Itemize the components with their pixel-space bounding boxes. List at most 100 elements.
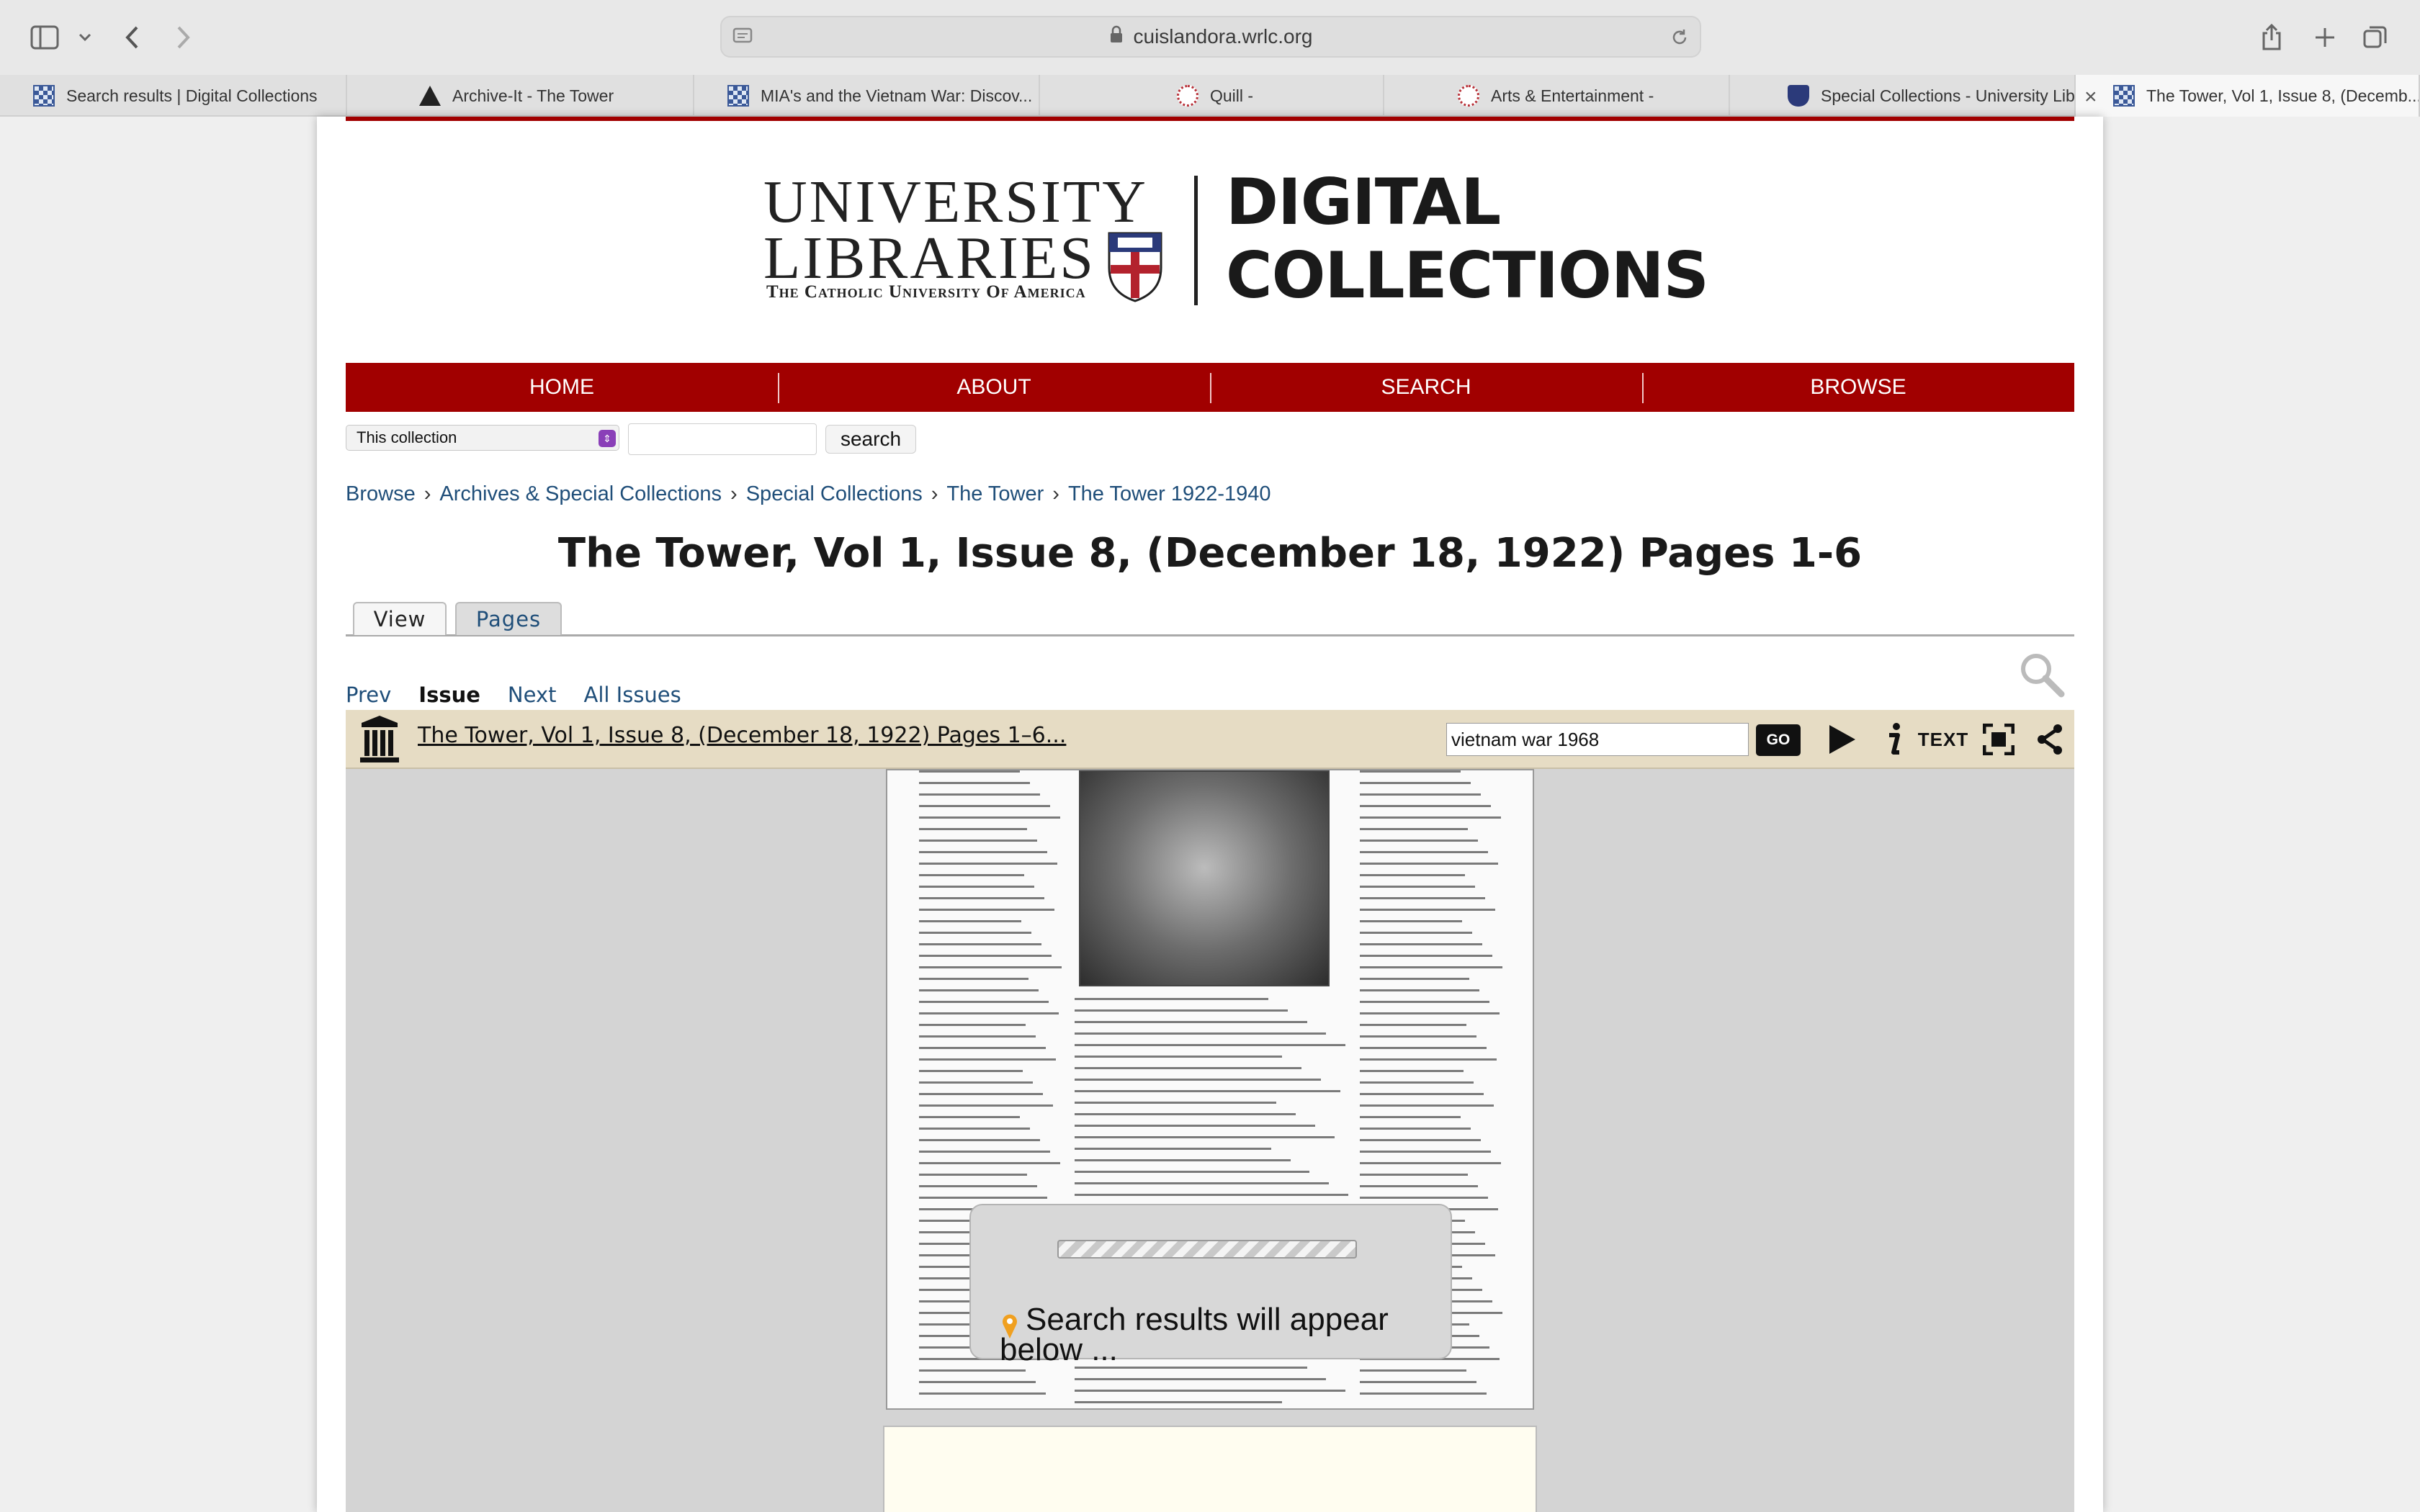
address-bar[interactable]: cuislandora.wrlc.org — [720, 16, 1701, 58]
breadcrumb-special-collections[interactable]: Special Collections — [746, 482, 923, 506]
bookreader-viewer[interactable]: Search results will appear below ... — [346, 769, 2074, 1512]
scan-text-line — [919, 840, 1037, 842]
scan-text-line — [919, 816, 1060, 819]
back-icon[interactable] — [114, 19, 151, 56]
scan-text-line — [1360, 793, 1481, 796]
magnifier-icon[interactable] — [2017, 649, 2067, 700]
shield-favicon-icon — [1788, 85, 1809, 107]
scan-photo — [1079, 770, 1330, 986]
scan-text-line — [1075, 1067, 1301, 1069]
chevron-down-icon[interactable] — [66, 19, 104, 56]
tab-archive-it[interactable]: Archive-It - The Tower — [347, 75, 694, 117]
scan-text-line — [919, 1174, 1027, 1176]
scan-text-line — [919, 1081, 1033, 1084]
prev-link[interactable]: Prev — [346, 683, 391, 707]
scan-text-line — [919, 955, 1052, 957]
nav-search[interactable]: SEARCH — [1210, 363, 1642, 412]
close-tab-icon[interactable]: × — [2084, 85, 2097, 109]
tab-overview-icon[interactable] — [2357, 19, 2394, 56]
play-icon[interactable] — [1824, 720, 1860, 759]
nav-home[interactable]: HOME — [346, 363, 778, 412]
fullscreen-icon[interactable] — [1981, 720, 2017, 759]
scan-text-line — [1075, 1148, 1271, 1150]
tab-search-results[interactable]: Search results | Digital Collections — [0, 75, 347, 117]
scan-text-line — [1360, 851, 1488, 853]
text-view-button[interactable]: TEXT — [1917, 720, 1969, 759]
scan-text-line — [1360, 1116, 1461, 1118]
url-text: cuislandora.wrlc.org — [1133, 25, 1313, 48]
tab-quill[interactable]: Quill - — [1040, 75, 1384, 117]
search-scope-select[interactable]: This collection ⇕ — [346, 425, 619, 451]
scan-text-line — [1360, 1151, 1491, 1153]
scan-text-line — [1075, 1136, 1335, 1138]
tab-label: Arts & Entertainment - — [1491, 86, 1654, 105]
info-icon[interactable] — [1880, 720, 1909, 759]
bookreader-search-input[interactable]: vietnam war 1968 — [1446, 723, 1749, 756]
bookreader-go-button[interactable]: GO — [1756, 724, 1801, 756]
digital-collections-logo[interactable]: DIGITAL COLLECTIONS — [1226, 166, 1709, 312]
bookreader-title-link[interactable]: The Tower, Vol 1, Issue 8, (December 18,… — [418, 723, 1066, 748]
scan-text-line — [919, 1070, 1023, 1072]
scan-text-line — [1075, 1378, 1327, 1380]
scan-text-line — [1075, 1125, 1316, 1127]
scan-text-line — [919, 1116, 1020, 1118]
scan-text-line — [919, 782, 1030, 784]
search-input[interactable] — [628, 423, 817, 455]
tab-arts-entertainment[interactable]: Arts & Entertainment - — [1384, 75, 1730, 117]
scan-text-line — [1075, 1171, 1310, 1173]
logo-divider — [1194, 176, 1198, 305]
scan-text-line — [1360, 816, 1501, 819]
tab-pages[interactable]: Pages — [455, 602, 562, 635]
scan-text-line — [919, 897, 1044, 899]
scan-text-line — [1360, 932, 1472, 934]
scan-text-line — [1360, 1197, 1488, 1199]
reload-icon[interactable] — [1670, 27, 1690, 51]
scan-text-line — [1360, 805, 1491, 807]
tab-mias-vietnam[interactable]: MIA's and the Vietnam War: Discov... — [694, 75, 1040, 117]
scan-text-line — [1075, 1390, 1346, 1392]
breadcrumb-tower-1922-1940[interactable]: The Tower 1922-1940 — [1068, 482, 1271, 506]
browser-toolbar: cuislandora.wrlc.org — [0, 0, 2420, 75]
tab-label: Special Collections - University Lib... — [1821, 86, 2076, 105]
breadcrumb-browse[interactable]: Browse — [346, 482, 416, 506]
scan-text-line — [1360, 1035, 1476, 1038]
tab-the-tower-active[interactable]: × The Tower, Vol 1, Issue 8, (Decemb... — [2076, 75, 2420, 117]
breadcrumb-archives[interactable]: Archives & Special Collections — [439, 482, 722, 506]
scan-text-line — [1360, 1128, 1471, 1130]
scan-text-line — [1075, 1021, 1307, 1023]
scan-text-line — [919, 1197, 1047, 1199]
scan-text-line — [919, 1128, 1030, 1130]
scan-text-line — [1360, 1024, 1466, 1026]
scan-text-line — [919, 770, 1020, 773]
tab-special-collections[interactable]: Special Collections - University Lib... — [1730, 75, 2076, 117]
all-issues-link[interactable]: All Issues — [583, 683, 681, 707]
breadcrumb-the-tower[interactable]: The Tower — [946, 482, 1044, 506]
forward-icon[interactable] — [164, 19, 202, 56]
scan-text-line — [919, 1162, 1060, 1164]
scan-text-line — [1360, 966, 1502, 968]
select-arrows-icon: ⇕ — [599, 430, 616, 447]
tab-view[interactable]: View — [353, 602, 447, 635]
scan-text-line — [1360, 1093, 1484, 1095]
sidebar-toggle-icon[interactable] — [26, 19, 63, 56]
scan-text-line — [919, 943, 1041, 945]
share-icon[interactable] — [2034, 720, 2066, 759]
nav-browse[interactable]: BROWSE — [1642, 363, 2074, 412]
scan-text-line — [919, 874, 1024, 876]
nav-about[interactable]: ABOUT — [778, 363, 1210, 412]
internet-archive-logo-icon[interactable] — [356, 714, 402, 765]
grid-favicon-icon — [33, 85, 55, 107]
scan-text-line — [919, 886, 1034, 888]
archive-it-favicon-icon — [419, 86, 441, 106]
search-button[interactable]: search — [825, 425, 916, 454]
scan-text-line — [1360, 782, 1471, 784]
scan-text-line — [1360, 1012, 1500, 1014]
web-page: UNIVERSITY LIBRARIES The Catholic Univer… — [317, 117, 2103, 1512]
share-icon[interactable] — [2253, 19, 2290, 56]
next-link[interactable]: Next — [508, 683, 557, 707]
scan-text-line — [1360, 955, 1492, 957]
site-search: This collection ⇕ search — [346, 422, 994, 456]
scan-text-line — [1360, 989, 1479, 991]
new-tab-icon[interactable] — [2306, 19, 2344, 56]
scan-text-line — [1360, 1162, 1501, 1164]
